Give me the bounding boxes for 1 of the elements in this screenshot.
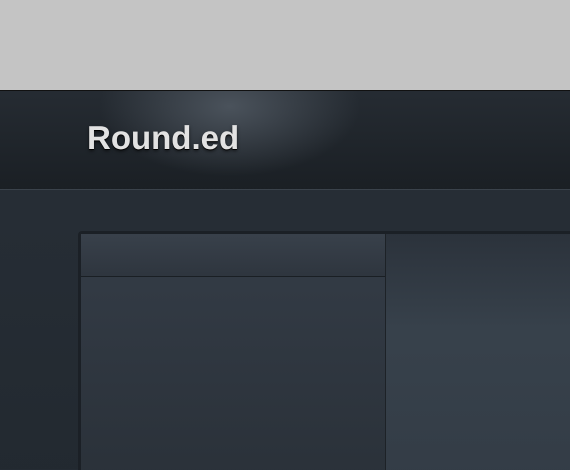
logo[interactable]: Round.ed [87, 119, 240, 157]
